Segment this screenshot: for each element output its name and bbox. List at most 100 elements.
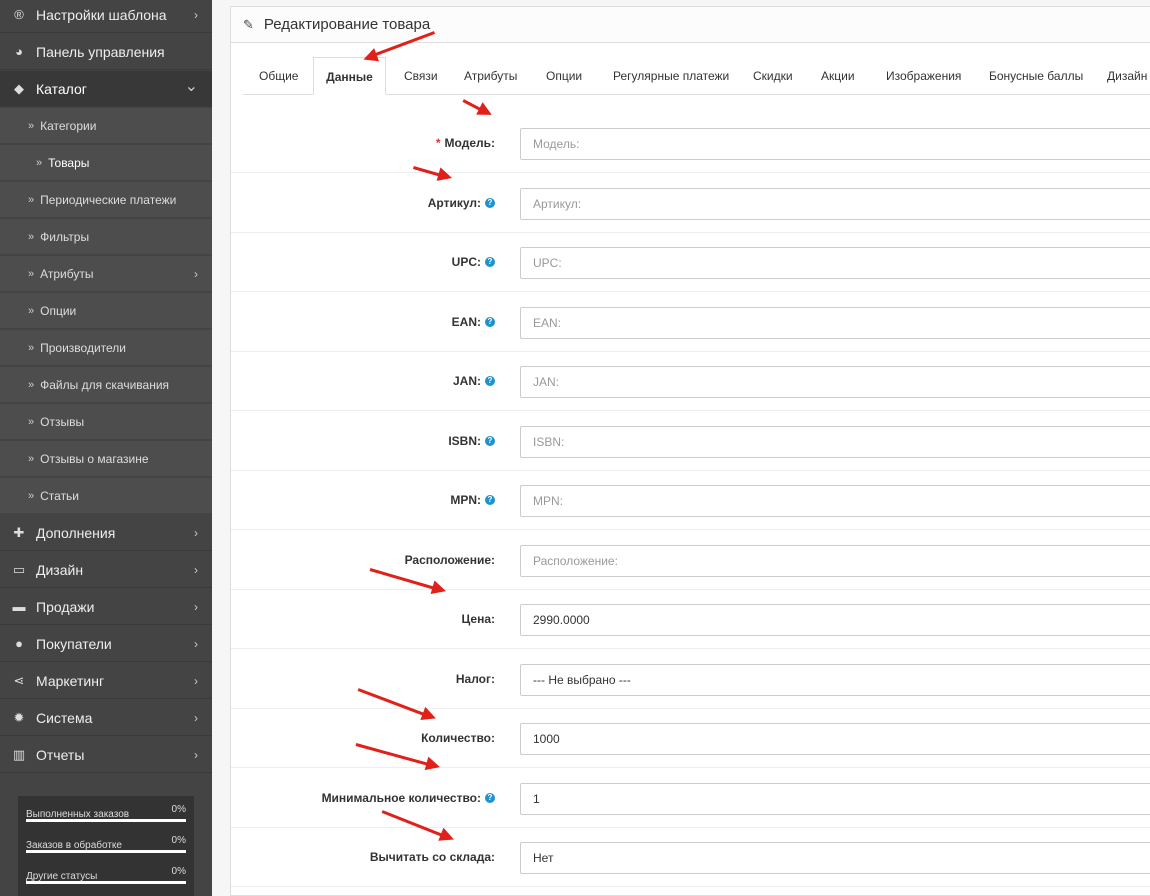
sidebar-item-label: Дополнения [36,524,116,541]
double-chevron-right-icon: » [28,489,35,502]
form-row: Вычитать со склада: Нет [231,828,1150,887]
field-label-text: Модель: [444,136,495,150]
form-row: MPN:? MPN: [231,471,1150,530]
tab-0[interactable]: Общие [259,57,298,95]
text-input[interactable]: Модель: [520,128,1150,160]
sidebar-subitem-7[interactable]: » Файлы для скачивания [0,367,212,403]
sidebar-subitem-label: Опции [40,303,77,318]
stat-row: Другие статусы 0% [26,866,186,896]
tab-2[interactable]: Связи [404,57,438,95]
tab-4[interactable]: Опции [546,57,582,95]
sidebar-item-registered[interactable]: ® Настройки шаблона › [0,0,212,33]
tab-3[interactable]: Атрибуты [464,57,517,95]
tab-10[interactable]: Дизайн [1107,57,1147,95]
sidebar-subitem-label: Фильтры [40,229,90,244]
text-input[interactable]: 1000 [520,723,1150,755]
sidebar-item-puzzle[interactable]: ✚ Дополнения › [0,515,212,551]
sidebar-item-dashboard[interactable]: ◕ Панель управления [0,34,212,70]
sidebar-subitem-10[interactable]: » Статьи [0,478,212,514]
form-row: JAN:? JAN: [231,352,1150,411]
text-input[interactable]: 1 [520,782,1150,815]
help-icon[interactable]: ? [485,376,495,386]
help-icon[interactable]: ? [485,495,495,505]
registered-icon: ® [14,7,24,22]
cog-icon: ✹ [13,709,25,725]
tab-8[interactable]: Изображения [886,57,961,95]
field-label-text: UPC: [451,255,481,269]
text-input[interactable]: Артикул: [520,187,1150,220]
field-label-text: MPN: [450,493,481,507]
help-icon[interactable]: ? [485,257,495,267]
text-input[interactable]: JAN: [520,366,1150,398]
form-row: Количество: 1000 [231,709,1150,768]
field-label-text: Расположение: [404,552,495,567]
sidebar-item-bar-chart[interactable]: ▥ Отчеты › [0,737,212,773]
field-label-text: Налог: [455,671,495,686]
field-label-text: Артикул: [427,195,481,210]
chevron-right-icon: › [194,673,198,688]
double-chevron-right-icon: » [28,378,35,391]
sidebar-subitem-label: Отзывы [40,414,85,429]
text-input[interactable]: EAN: [520,306,1150,339]
share-icon: ⋖ [13,672,25,688]
sidebar: ® Настройки шаблона › ◕ Панель управления ◆ Ка… [0,0,212,896]
sidebar-item-label: Отчеты [36,746,85,763]
help-icon[interactable]: ? [485,792,495,803]
select-field[interactable]: --- Не выбрано --- [520,663,1150,696]
sidebar-item-desktop[interactable]: ▭ Дизайн › [0,552,212,588]
sidebar-item-user[interactable]: ● Покупатели › [0,626,212,662]
sidebar-subitem-1[interactable]: » Товары [0,145,212,181]
sidebar-subitem-5[interactable]: » Опции [0,293,212,329]
select-field[interactable]: Нет [520,842,1150,874]
required-asterisk: * [435,136,441,150]
sidebar-item-label: Продажи [36,598,95,615]
form-row: * Модель: Модель: [231,114,1150,173]
desktop-icon: ▭ [12,561,26,577]
stat-percent: 0% [171,804,186,815]
sidebar-item-cart[interactable]: ▬ Продажи › [0,589,212,625]
help-icon[interactable]: ? [485,316,495,327]
cart-icon: ▬ [12,599,26,614]
form-row: ISBN:? ISBN: [231,412,1150,471]
sidebar-subitem-0[interactable]: » Категории [0,108,212,144]
text-input[interactable]: UPC: [520,247,1150,279]
tab-6[interactable]: Скидки [753,57,793,95]
sidebar-subitem-4[interactable]: » Атрибуты › [0,256,212,292]
sidebar-subitem-2[interactable]: » Периодические платежи [0,182,212,218]
help-icon[interactable]: ? [485,197,495,208]
tags-icon: ◆ [14,80,24,96]
stat-percent: 0% [171,866,186,877]
double-chevron-right-icon: » [28,304,35,317]
chevron-right-icon: › [194,562,198,577]
sidebar-subitem-label: Статьи [40,488,80,503]
sidebar-item-cog[interactable]: ✹ Система › [0,700,212,736]
sidebar-item-share[interactable]: ⋖ Маркетинг › [0,663,212,699]
sidebar-subitem-6[interactable]: » Производители [0,330,212,366]
sidebar-item-tags[interactable]: ◆ Каталог ⌄ [0,71,212,107]
panel-heading: ✎ Редактирование товара [231,7,1150,43]
text-input[interactable]: MPN: [520,485,1150,517]
sidebar-subitem-label: Отзывы о магазине [40,451,149,466]
sidebar-subitem-8[interactable]: » Отзывы [0,404,212,440]
chevron-down-icon: ⌄ [184,77,198,95]
double-chevron-right-icon: » [28,119,35,132]
field-label: JAN:? [453,352,495,410]
sidebar-subitem-3[interactable]: » Фильтры [0,219,212,255]
bar-chart-icon: ▥ [12,746,26,762]
double-chevron-right-icon: » [28,452,35,465]
tab-5[interactable]: Регулярные платежи [613,57,729,95]
tab-7[interactable]: Акции [821,57,855,95]
form-row: Расположение: Расположение: [231,531,1150,590]
field-label-text: Минимальное количество: [321,790,481,805]
sidebar-subitem-label: Атрибуты [40,266,94,281]
help-icon[interactable]: ? [485,435,495,446]
text-input[interactable]: Расположение: [520,544,1150,577]
text-input[interactable]: ISBN: [520,425,1150,458]
tab-9[interactable]: Бонусные баллы [989,57,1083,95]
sidebar-subitem-label: Файлы для скачивания [40,377,170,392]
text-input[interactable]: 2990.0000 [520,604,1150,636]
chevron-right-icon: › [194,710,198,725]
double-chevron-right-icon: » [28,193,35,206]
sidebar-subitem-9[interactable]: » Отзывы о магазине [0,441,212,477]
stat-progress-bar [26,881,186,884]
